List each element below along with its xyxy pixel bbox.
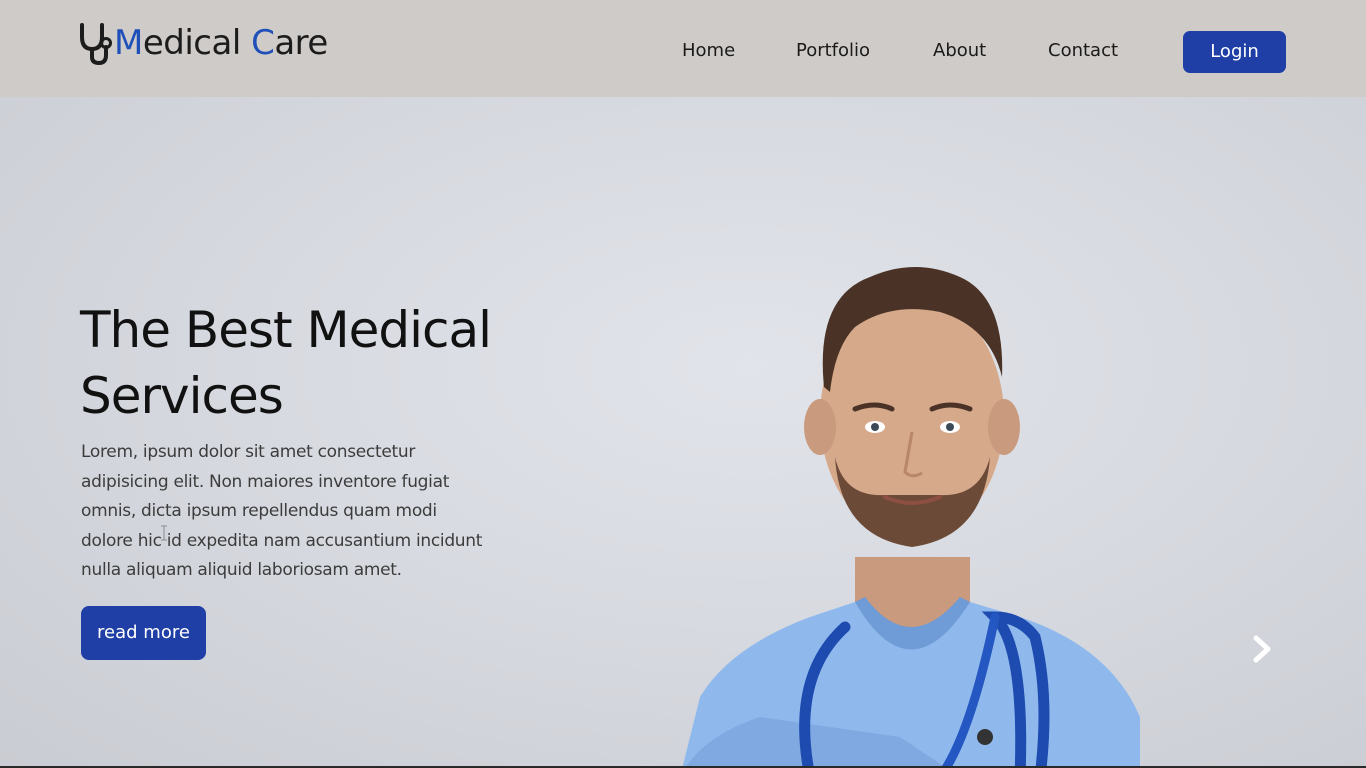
nav-link-home[interactable]: Home <box>682 36 735 66</box>
stethoscope-icon <box>80 23 112 65</box>
chevron-right-icon[interactable] <box>1248 633 1276 665</box>
hero-title: The Best Medical Services <box>80 301 492 425</box>
brand-name-word2: are <box>274 23 328 63</box>
nav-link-portfolio[interactable]: Portfolio <box>796 36 870 66</box>
nav-link-about[interactable]: About <box>933 36 986 66</box>
read-more-button[interactable]: read more <box>81 606 206 660</box>
brand-name-initial-2: C <box>251 23 275 63</box>
brand-name-initial: M <box>114 23 143 63</box>
brand-name-word1: edical <box>142 23 252 63</box>
page: Medical Care Home Portfolio About Contac… <box>0 0 1366 768</box>
text-cursor-icon <box>161 525 167 541</box>
nav-link-contact[interactable]: Contact <box>1048 36 1118 66</box>
navbar: Medical Care Home Portfolio About Contac… <box>0 0 1366 97</box>
login-button[interactable]: Login <box>1183 31 1286 73</box>
brand-logo[interactable]: Medical Care <box>78 20 328 66</box>
hero-description: Lorem, ipsum dolor sit amet consectetur … <box>81 442 483 580</box>
brand-name: Medical Care <box>114 20 328 66</box>
doctor-photo <box>682 267 1140 768</box>
hero-section: The Best Medical Services Lorem, ipsum d… <box>0 97 1366 768</box>
